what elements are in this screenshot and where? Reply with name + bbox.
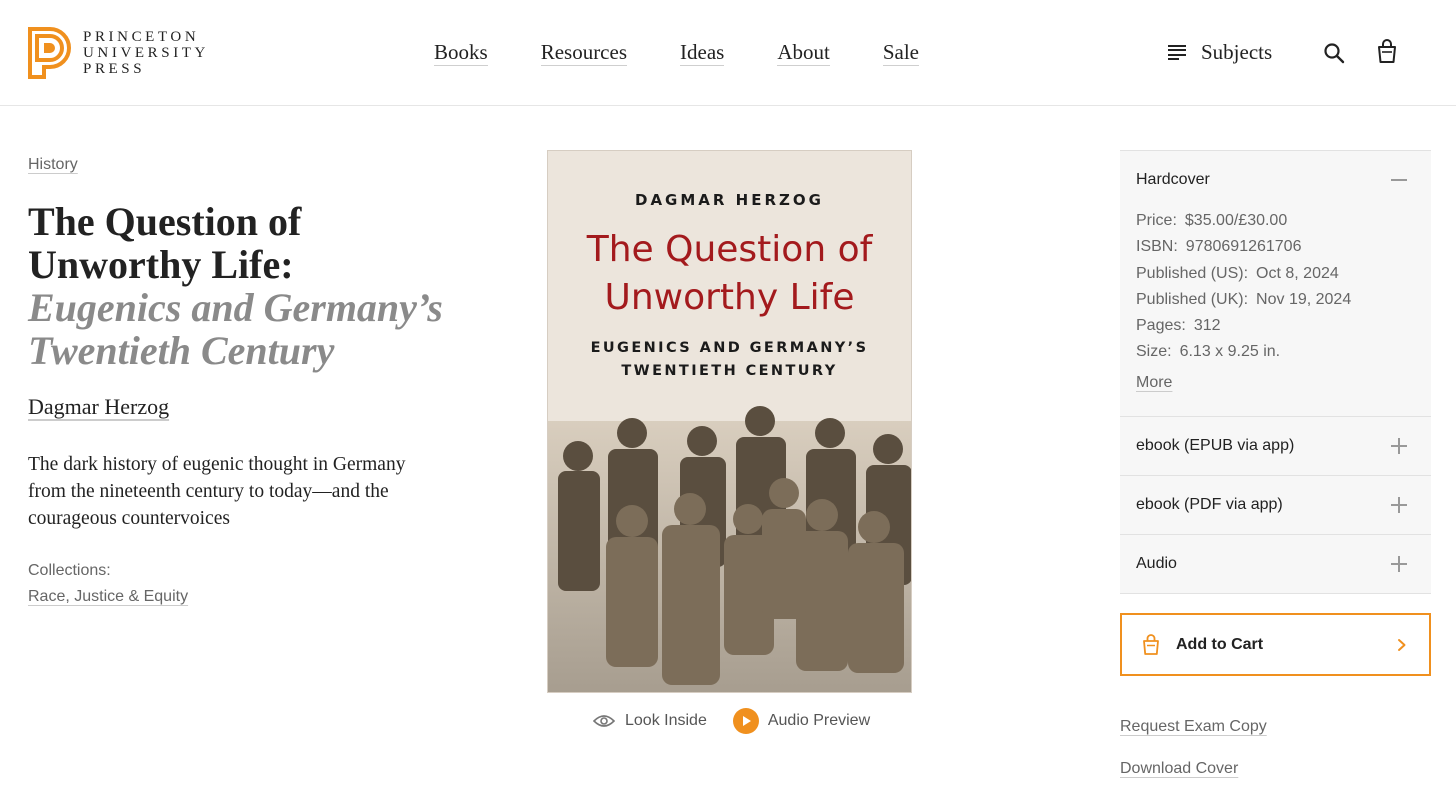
- format-details: Price: $35.00/£30.00 ISBN: 9780691261706 P…: [1136, 208, 1415, 366]
- subjects-label: Subjects: [1201, 40, 1273, 64]
- format-accordion: Hardcover Price: $35.00/£30.00 ISBN: 97806…: [1120, 150, 1431, 594]
- more-details-link[interactable]: More: [1136, 374, 1172, 392]
- look-inside-link[interactable]: Look Inside: [625, 712, 707, 730]
- nav-about[interactable]: About: [777, 40, 830, 66]
- collections-label: Collections:: [28, 562, 111, 579]
- format-header-hardcover[interactable]: Hardcover: [1136, 171, 1415, 189]
- detail-price: Price: $35.00/£30.00: [1136, 208, 1415, 234]
- format-row-pdf[interactable]: ebook (PDF via app): [1120, 476, 1431, 535]
- format-name: Hardcover: [1136, 171, 1210, 188]
- format-panel-hardcover: Hardcover Price: $35.00/£30.00 ISBN: 97806…: [1120, 151, 1431, 417]
- request-exam-copy-link[interactable]: Request Exam Copy: [1120, 718, 1267, 736]
- cover-subtitle-line: TWENTIETH CENTURY: [621, 363, 838, 379]
- detail-label: Price:: [1136, 212, 1177, 229]
- shopping-bag-icon: [1143, 633, 1159, 655]
- shopping-bag-icon[interactable]: [1376, 39, 1398, 65]
- eye-icon[interactable]: [593, 714, 615, 728]
- detail-value: 6.13 x 9.25 in.: [1179, 343, 1281, 361]
- cover-subtitle-line: EUGENICS AND GERMANY’S: [590, 340, 869, 356]
- cover-photo-children: [548, 406, 911, 692]
- nav-resources[interactable]: Resources: [540, 40, 627, 66]
- detail-label: Size:: [1136, 343, 1172, 361]
- detail-label: ISBN:: [1136, 238, 1178, 256]
- cover-actions: Look Inside Audio Preview: [593, 708, 870, 734]
- chevron-right-icon: [1398, 638, 1406, 651]
- author-link[interactable]: Dagmar Herzog: [28, 394, 169, 420]
- site-header: PRINCETON UNIVERSITY PRESS Books Resourc…: [0, 0, 1456, 106]
- detail-value: Nov 19, 2024: [1256, 290, 1352, 308]
- detail-label: Published (UK):: [1136, 290, 1249, 308]
- cover-title-line: Unworthy Life: [604, 277, 855, 318]
- book-cover[interactable]: DAGMAR HERZOG The Question of Unworthy L…: [547, 150, 912, 693]
- expand-plus-icon[interactable]: [1391, 438, 1407, 454]
- detail-pages: Pages: 312: [1136, 313, 1415, 339]
- audio-preview-link[interactable]: Audio Preview: [768, 712, 870, 730]
- logo-line: PRINCETON: [83, 29, 200, 45]
- book-blurb: The dark history of eugenic thought in G…: [28, 454, 406, 529]
- cover-title-line: The Question of: [586, 229, 873, 270]
- add-to-cart-label: Add to Cart: [1176, 635, 1264, 653]
- add-to-cart-button[interactable]: Add to Cart: [1120, 613, 1431, 676]
- detail-label: Published (US):: [1136, 264, 1249, 282]
- search-icon[interactable]: [1323, 42, 1345, 64]
- logo-wordmark: PRINCETON UNIVERSITY PRESS: [83, 29, 209, 77]
- site-logo[interactable]: PRINCETON UNIVERSITY PRESS: [28, 27, 209, 79]
- expand-plus-icon[interactable]: [1391, 556, 1407, 572]
- book-title-main: The Question of Unworthy Life:: [28, 199, 302, 287]
- detail-value: 9780691261706: [1185, 238, 1302, 256]
- play-icon[interactable]: [732, 708, 759, 734]
- main-nav: Books Resources Ideas About Sale: [434, 40, 972, 66]
- book-subtitle: Eugenics and Germany’s Twentieth Century: [28, 285, 443, 373]
- detail-published-uk: Published (UK): Nov 19, 2024: [1136, 287, 1415, 313]
- menu-lines-icon: [1168, 45, 1186, 60]
- detail-size: Size: 6.13 x 9.25 in.: [1136, 339, 1415, 365]
- cover-title: The Question of Unworthy Life: [548, 226, 911, 322]
- subjects-button[interactable]: Subjects: [1168, 40, 1272, 65]
- cover-subtitle: EUGENICS AND GERMANY’S TWENTIETH CENTURY: [548, 337, 911, 383]
- collapse-minus-icon[interactable]: [1391, 179, 1407, 181]
- format-row-epub[interactable]: ebook (EPUB via app): [1120, 417, 1431, 476]
- format-row-audio[interactable]: Audio: [1120, 535, 1431, 594]
- format-name: ebook (EPUB via app): [1136, 437, 1295, 454]
- nav-sale[interactable]: Sale: [882, 40, 919, 66]
- detail-value: $35.00/£30.00: [1184, 212, 1288, 229]
- detail-value: Oct 8, 2024: [1256, 264, 1339, 282]
- collection-link[interactable]: Race, Justice & Equity: [28, 588, 188, 606]
- detail-published-us: Published (US): Oct 8, 2024: [1136, 261, 1415, 287]
- detail-isbn: ISBN: 9780691261706: [1136, 234, 1415, 260]
- download-cover-link[interactable]: Download Cover: [1120, 760, 1238, 778]
- pup-logo-icon: [28, 27, 71, 79]
- format-name: Audio: [1136, 555, 1177, 572]
- nav-ideas[interactable]: Ideas: [680, 40, 725, 66]
- expand-plus-icon[interactable]: [1391, 497, 1407, 513]
- breadcrumb-history[interactable]: History: [28, 156, 78, 174]
- detail-label: Pages:: [1136, 317, 1186, 335]
- format-name: ebook (PDF via app): [1136, 496, 1283, 513]
- detail-value: 312: [1193, 317, 1221, 335]
- logo-line: PRESS: [83, 61, 146, 77]
- cover-author: DAGMAR HERZOG: [635, 191, 824, 209]
- logo-line: UNIVERSITY: [83, 45, 209, 61]
- nav-books[interactable]: Books: [434, 40, 488, 66]
- book-title: The Question of Unworthy Life: Eugenics …: [28, 200, 448, 372]
